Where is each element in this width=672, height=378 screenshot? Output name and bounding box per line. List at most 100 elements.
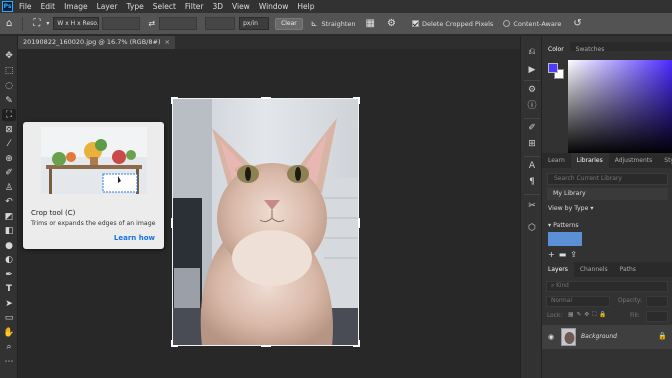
tab-styles[interactable]: Styles bbox=[658, 153, 672, 168]
unit-select[interactable]: px/in bbox=[239, 17, 270, 30]
move-icon[interactable]: ✥ bbox=[2, 50, 16, 62]
history-icon[interactable]: ⎌ bbox=[525, 46, 539, 58]
content-aware-label: Content-Aware bbox=[513, 19, 562, 28]
tab-channels[interactable]: Channels bbox=[574, 262, 614, 277]
divider bbox=[524, 194, 540, 195]
menu-filter[interactable]: Filter bbox=[185, 2, 204, 11]
eye-icon[interactable]: ◉ bbox=[548, 333, 554, 341]
patterns-label: Patterns bbox=[553, 222, 579, 229]
folder-icon[interactable]: ▬ bbox=[559, 250, 571, 259]
menu-select[interactable]: Select bbox=[153, 2, 176, 11]
opacity-field[interactable] bbox=[646, 296, 668, 307]
delete-cropped-label: Delete Cropped Pixels bbox=[421, 19, 494, 28]
foreground-color-swatch[interactable] bbox=[548, 63, 558, 73]
brush-icon[interactable]: ✐ bbox=[2, 167, 16, 179]
hand-icon[interactable]: ✋ bbox=[2, 327, 16, 339]
healing-icon[interactable]: ⊕ bbox=[2, 153, 16, 165]
stamp-icon[interactable]: ♙ bbox=[2, 182, 16, 194]
gradient-icon[interactable]: ◧ bbox=[2, 225, 16, 237]
tab-strip bbox=[175, 36, 520, 49]
crop-tool-preset-icon[interactable]: ⛶ bbox=[33, 18, 40, 29]
tab-paths[interactable]: Paths bbox=[614, 262, 642, 277]
library-search-input[interactable]: Search Current Library bbox=[547, 173, 668, 185]
ratio-select[interactable]: W x H x Reso... bbox=[53, 17, 100, 30]
menu-image[interactable]: Image bbox=[64, 2, 88, 11]
blur-icon[interactable]: ● bbox=[2, 240, 16, 252]
chevron-down-icon: ▾ bbox=[548, 222, 552, 229]
dodge-icon[interactable]: ◐ bbox=[2, 254, 16, 266]
layer-row-background[interactable]: ◉ Background 🔒 bbox=[542, 325, 672, 349]
menu-type[interactable]: Type bbox=[127, 2, 144, 11]
lasso-icon[interactable]: ◌ bbox=[2, 80, 16, 92]
close-icon[interactable]: × bbox=[164, 38, 169, 46]
gear-icon[interactable]: ⚙ bbox=[387, 18, 396, 29]
eyedropper-icon[interactable]: ⁄ bbox=[2, 138, 16, 150]
clone-source-icon[interactable]: ⊞ bbox=[525, 138, 539, 150]
straighten-icon[interactable]: ⊾ bbox=[311, 19, 318, 29]
path-select-icon[interactable]: ➤ bbox=[2, 298, 16, 310]
view-by-select[interactable]: View by Type ▾ bbox=[548, 205, 594, 212]
add-icon[interactable]: + bbox=[548, 250, 559, 259]
menu-edit[interactable]: Edit bbox=[41, 2, 56, 11]
fill-field[interactable] bbox=[646, 311, 668, 322]
lock-icons[interactable]: ▦✎✥⛶🔒 bbox=[568, 312, 609, 319]
tab-adjustments[interactable]: Adjustments bbox=[609, 153, 659, 168]
swap-icon[interactable]: ⇄ bbox=[148, 19, 155, 29]
zoom-icon[interactable]: ⌕ bbox=[2, 341, 16, 353]
color-picker-field[interactable] bbox=[568, 60, 672, 155]
eraser-icon[interactable]: ◩ bbox=[2, 211, 16, 223]
tools-panel: ✥ ⬚ ◌ ✎ ⛶ ⊠ ⁄ ⊕ ✐ ♙ ↶ ◩ ◧ ● ◐ ✒ T ➤ ▭ ✋ … bbox=[0, 36, 18, 378]
home-icon[interactable]: ⌂ bbox=[6, 18, 12, 29]
layer-kind-filter[interactable]: ⌕ Kind bbox=[546, 281, 668, 292]
character-icon[interactable]: A bbox=[525, 160, 539, 172]
library-select[interactable]: My Library bbox=[547, 188, 668, 200]
tab-libraries[interactable]: Libraries bbox=[570, 153, 609, 168]
width-field[interactable] bbox=[102, 17, 141, 30]
menu-view[interactable]: View bbox=[232, 2, 250, 11]
pen-icon[interactable]: ✒ bbox=[2, 269, 16, 281]
play-icon[interactable]: ▶ bbox=[525, 64, 539, 76]
blend-mode-select[interactable]: Normal bbox=[546, 296, 610, 307]
resolution-field[interactable] bbox=[205, 17, 236, 30]
layers-panel-tabs: Layers Channels Paths bbox=[542, 262, 672, 277]
pattern-thumbnail[interactable] bbox=[548, 232, 582, 246]
marquee-icon[interactable]: ⬚ bbox=[2, 65, 16, 77]
content-aware-checkbox[interactable] bbox=[503, 20, 511, 27]
chevron-down-icon[interactable]: ▾ bbox=[46, 19, 49, 29]
learn-how-link[interactable]: Learn how bbox=[114, 234, 155, 242]
upload-icon[interactable]: ⇪ bbox=[570, 250, 581, 259]
tab-learn[interactable]: Learn bbox=[542, 153, 571, 168]
frame-icon[interactable]: ⊠ bbox=[2, 124, 16, 136]
brush-settings-icon[interactable]: ✐ bbox=[525, 122, 539, 134]
menu-help[interactable]: Help bbox=[297, 2, 314, 11]
opacity-label: Opacity: bbox=[618, 298, 642, 304]
crop-icon[interactable]: ⛶ bbox=[2, 109, 16, 121]
tool-presets-icon[interactable]: ✂ bbox=[525, 200, 539, 212]
straighten-button[interactable]: Straighten bbox=[321, 20, 355, 28]
layer-name: Background bbox=[581, 333, 617, 340]
tab-layers[interactable]: Layers bbox=[542, 262, 574, 277]
tooltip-preview-image bbox=[41, 127, 147, 194]
height-field[interactable] bbox=[159, 17, 198, 30]
menu-window[interactable]: Window bbox=[259, 2, 289, 11]
menu-3d[interactable]: 3D bbox=[212, 2, 223, 11]
paragraph-icon[interactable]: ¶ bbox=[525, 176, 539, 188]
menu-layer[interactable]: Layer bbox=[97, 2, 118, 11]
more-tools-icon[interactable]: ⋯ bbox=[2, 356, 16, 368]
menu-file[interactable]: File bbox=[19, 2, 32, 11]
clear-button[interactable]: Clear bbox=[275, 17, 303, 30]
patterns-section[interactable]: ▾ Patterns bbox=[548, 222, 579, 229]
reset-icon[interactable]: ↺ bbox=[573, 18, 581, 29]
cat-photo[interactable] bbox=[172, 98, 359, 346]
history-brush-icon[interactable]: ↶ bbox=[2, 196, 16, 208]
3d-icon[interactable]: ⬡ bbox=[525, 222, 539, 234]
type-icon[interactable]: T bbox=[2, 283, 16, 295]
quick-select-icon[interactable]: ✎ bbox=[2, 95, 16, 107]
adjustments-icon[interactable]: ⚙ bbox=[525, 84, 539, 96]
document-tab[interactable]: 20190822_160020.jpg @ 16.7% (RGB/8#) × bbox=[18, 36, 175, 49]
right-panel-dock: Color Swatches Learn Libraries Adjustmen… bbox=[542, 36, 672, 378]
grid-overlay-icon[interactable]: ▦ bbox=[366, 18, 375, 29]
info-icon[interactable]: ⓘ bbox=[525, 100, 539, 112]
shape-icon[interactable]: ▭ bbox=[2, 312, 16, 324]
delete-cropped-checkbox[interactable] bbox=[411, 20, 419, 27]
